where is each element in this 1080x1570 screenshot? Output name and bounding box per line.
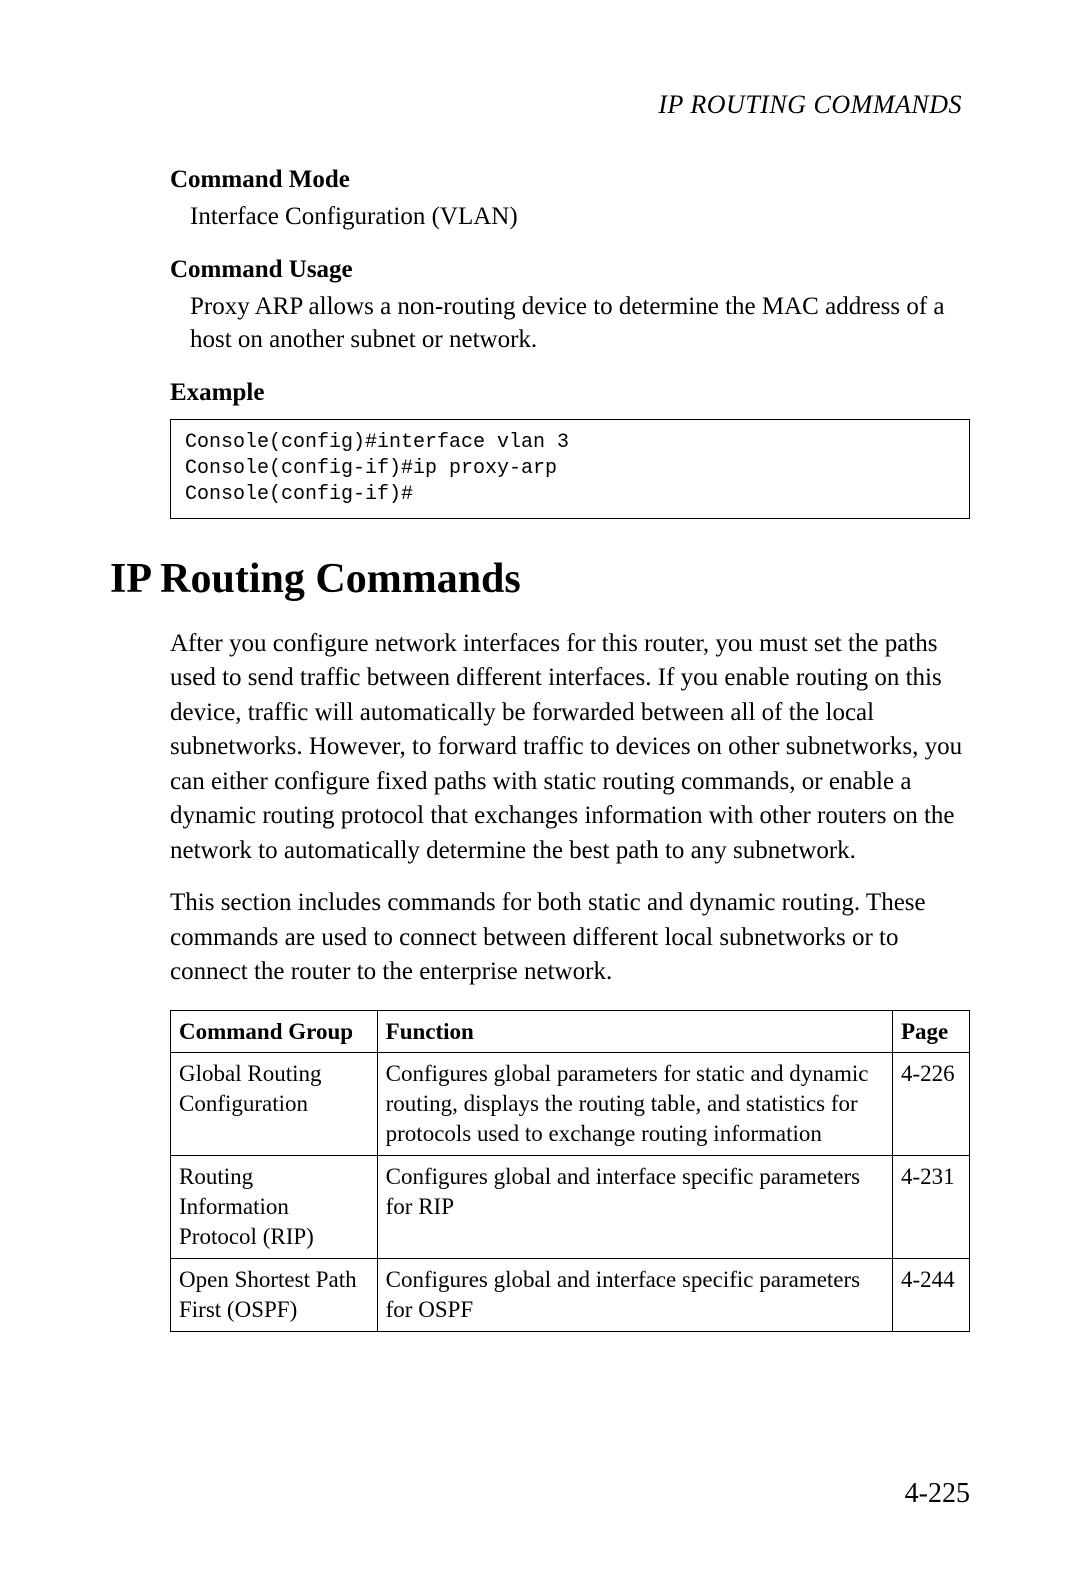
cell-page: 4-231 xyxy=(893,1156,970,1259)
intro-paragraph-1: After you configure network interfaces f… xyxy=(170,627,970,869)
page-number: 4-225 xyxy=(905,1478,970,1510)
heading-command-usage: Command Usage xyxy=(170,256,970,284)
example-code-block: Console(config)#interface vlan 3 Console… xyxy=(170,419,970,519)
table-row: Routing Information Protocol (RIP) Confi… xyxy=(171,1156,970,1259)
th-function: Function xyxy=(377,1010,892,1053)
intro-paragraph-2: This section includes commands for both … xyxy=(170,886,970,990)
cell-group: Global Routing Configuration xyxy=(171,1053,378,1156)
running-header: IP ROUTING COMMANDS xyxy=(110,90,962,120)
running-header-text: IP ROUTING COMMANDS xyxy=(658,90,962,119)
cell-function: Configures global and interface specific… xyxy=(377,1156,892,1259)
cell-group: Routing Information Protocol (RIP) xyxy=(171,1156,378,1259)
cell-function: Configures global parameters for static … xyxy=(377,1053,892,1156)
text-command-mode: Interface Configuration (VLAN) xyxy=(190,200,970,234)
table-header-row: Command Group Function Page xyxy=(171,1010,970,1053)
cell-group: Open Shortest Path First (OSPF) xyxy=(171,1258,378,1331)
text-command-usage: Proxy ARP allows a non-routing device to… xyxy=(190,290,970,357)
page-title: IP Routing Commands xyxy=(110,555,970,603)
th-command-group: Command Group xyxy=(171,1010,378,1053)
cell-function: Configures global and interface specific… xyxy=(377,1258,892,1331)
heading-command-mode: Command Mode xyxy=(170,166,970,194)
cell-page: 4-226 xyxy=(893,1053,970,1156)
document-page: IP ROUTING COMMANDS Command Mode Interfa… xyxy=(0,0,1080,1570)
heading-example: Example xyxy=(170,379,970,407)
cell-page: 4-244 xyxy=(893,1258,970,1331)
table-row: Global Routing Configuration Configures … xyxy=(171,1053,970,1156)
table-row: Open Shortest Path First (OSPF) Configur… xyxy=(171,1258,970,1331)
command-group-table: Command Group Function Page Global Routi… xyxy=(170,1010,970,1332)
th-page: Page xyxy=(893,1010,970,1053)
